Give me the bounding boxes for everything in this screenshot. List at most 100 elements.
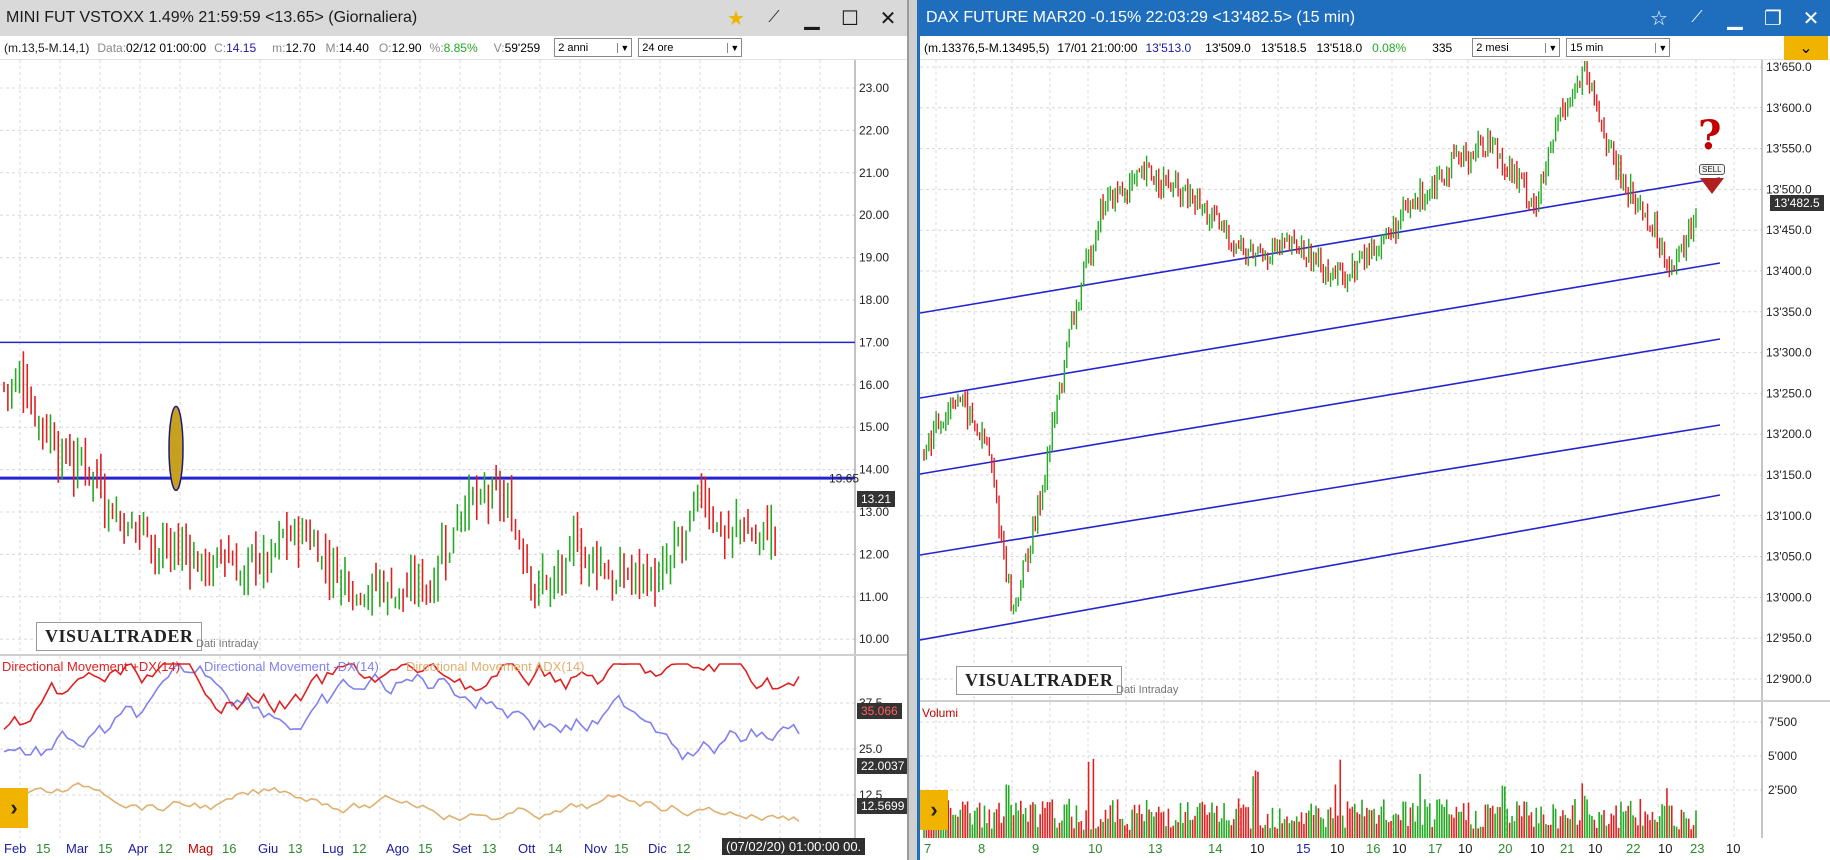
intraday-note: Dati Intraday [196, 638, 259, 650]
bar-value-4: 13'518.0 [1316, 40, 1363, 55]
sell-signal-badge: SELL [1699, 164, 1725, 175]
trend-channel-line [920, 177, 1721, 314]
volume-label: Volumi [922, 706, 959, 720]
close-icon[interactable]: ✕ [1792, 0, 1830, 36]
dax-chart-window: DAX FUTURE MAR20 -0.15% 22:03:29 <13'482… [917, 0, 1830, 860]
chevron-right-icon[interactable]: › [0, 788, 28, 828]
window-splitter[interactable] [909, 0, 917, 860]
x-tick-label: 14 [548, 841, 563, 856]
y-tick-label: 13'050.0 [1766, 550, 1812, 564]
x-tick-label: Ott [518, 841, 536, 856]
maximize-icon[interactable]: ☐ [831, 0, 869, 36]
max-value: 14.40 [338, 40, 369, 55]
x-tick-label: 23 [1690, 841, 1705, 856]
y-tick-label: 23.00 [859, 81, 889, 95]
period-select[interactable]: 2 anni ▼ [554, 38, 633, 57]
y-tick-label: 13'150.0 [1766, 468, 1812, 482]
right-volume-plot[interactable]: 7'500 5'000 2'500 [920, 700, 1830, 838]
close-label: C: [214, 40, 227, 55]
minimize-icon[interactable]: ▁ [793, 0, 831, 36]
x-tick-label: 7 [924, 841, 932, 856]
trend-channel-line [920, 262, 1721, 399]
x-tick-label: 21 [1560, 841, 1575, 856]
visualtrader-logo: VISUALTRADER [956, 666, 1123, 695]
x-tick-label: Mag [188, 841, 214, 856]
bar-pct: 0.08% [1372, 40, 1407, 55]
x-tick-label: 9 [1032, 841, 1040, 856]
x-tick-label: 16 [222, 841, 237, 856]
left-info-bar: (m.13,5-M.14,1) Data: 02/12 01:00:00 C: … [0, 36, 907, 60]
x-tick-label: Set [452, 841, 472, 856]
close-icon[interactable]: ✕ [869, 0, 907, 36]
x-tick-label: Giu [258, 841, 279, 856]
chevron-right-icon[interactable]: › [920, 790, 948, 830]
period-select[interactable]: 2 mesi ▼ [1472, 38, 1561, 57]
x-tick-label: 14 [1208, 841, 1223, 856]
adx-series [3, 782, 800, 823]
maximize-icon[interactable]: ❐ [1754, 0, 1792, 36]
y-tick-label: 17.00 [859, 335, 889, 349]
last-price-tag: 13.21 [857, 491, 896, 507]
price-range: (m.13,5-M.14,1) [4, 40, 90, 55]
open-value: 12.90 [391, 40, 422, 55]
chevron-down-icon: ▼ [617, 42, 629, 53]
y-tick-label: 13'400.0 [1766, 264, 1812, 278]
right-price-plot[interactable]: 13'650.0 13'600.0 13'550.0 13'500.0 13'450.0… [920, 60, 1830, 700]
pin-icon[interactable]: ⟋ [755, 0, 793, 36]
adx-tag: 12.5699 [857, 798, 907, 814]
max-label: M: [325, 40, 339, 55]
bar-value-3: 13'518.5 [1260, 40, 1307, 55]
x-tick-label: 15 [98, 841, 113, 856]
x-tick-label: 13 [288, 841, 303, 856]
plus-dx-label: Directional Movement +DX(14) [2, 659, 181, 674]
y-tick-label: 13'350.0 [1766, 305, 1812, 319]
y-tick-label: 12'950.0 [1766, 631, 1812, 645]
chevron-down-icon: ▼ [1545, 42, 1557, 53]
sell-arrow-icon [1700, 178, 1724, 194]
right-window-title: DAX FUTURE MAR20 -0.15% 22:03:29 <13'482… [926, 9, 1356, 26]
x-tick-label: 15 [614, 841, 629, 856]
left-indicator-plot[interactable]: 37.525.012.5 [0, 654, 907, 838]
interval-select[interactable]: 15 min ▼ [1566, 38, 1671, 57]
y-tick-label: 13.00 [859, 505, 889, 519]
x-tick-label: 15 [1296, 841, 1311, 856]
y-tick-label: 13'000.0 [1766, 590, 1812, 604]
x-tick-label: 10 [1250, 841, 1265, 856]
vol-value: 59'259 [504, 40, 541, 55]
interval-select[interactable]: 24 ore ▼ [638, 38, 743, 57]
x-tick-label: 10 [1588, 841, 1603, 856]
y-tick-label: 13'450.0 [1766, 223, 1812, 237]
y-tick-label: 12.00 [859, 547, 889, 561]
minus-dx-label: Directional Movement -DX(14) [204, 659, 379, 674]
y-tick-label: 13'650.0 [1766, 60, 1812, 74]
bar-value-1: 13'513.0 [1145, 40, 1192, 55]
ghost-price: 13.65 [829, 471, 859, 485]
x-tick-label: Nov [584, 841, 608, 856]
star-icon[interactable]: ☆ [1640, 0, 1678, 36]
chevron-down-icon[interactable]: ⌄ [1784, 36, 1828, 60]
pct-value: 8.85% [443, 40, 478, 55]
x-tick-label: 10 [1458, 841, 1473, 856]
y-tick-label: 11.00 [859, 590, 888, 604]
y-tick-label: 13'100.0 [1766, 509, 1812, 523]
y-tick-label: 22.00 [859, 123, 889, 137]
y-tick-label: 13'200.0 [1766, 427, 1812, 441]
vstoxx-chart-window: MINI FUT VSTOXX 1.49% 21:59:59 <13.65> (… [0, 0, 909, 860]
min-value: 12.70 [285, 40, 316, 55]
min-label: m: [272, 40, 286, 55]
y-tick-label: 13'250.0 [1766, 386, 1812, 400]
y-tick-label: 12'900.0 [1766, 672, 1812, 686]
x-tick-label: Ago [386, 841, 410, 856]
minimize-icon[interactable]: ▁ [1716, 0, 1754, 36]
left-titlebar: MINI FUT VSTOXX 1.49% 21:59:59 <13.65> (… [0, 0, 907, 36]
x-tick-label: 20 [1498, 841, 1513, 856]
minus-dx-tag: 22.0037 [857, 758, 907, 774]
star-icon[interactable]: ★ [717, 0, 755, 36]
left-price-plot[interactable]: 23.00 22.00 21.00 20.00 19.00 18.00 17.00 16.00… [0, 60, 907, 654]
pin-icon[interactable]: ⟋ [1678, 0, 1716, 36]
x-tick-label: Mar [66, 841, 89, 856]
x-tick-label: 10 [1088, 841, 1103, 856]
visualtrader-logo: VISUALTRADER [36, 622, 203, 651]
y-tick-label: 21.00 [859, 166, 889, 180]
x-tick-label: 16 [1366, 841, 1381, 856]
